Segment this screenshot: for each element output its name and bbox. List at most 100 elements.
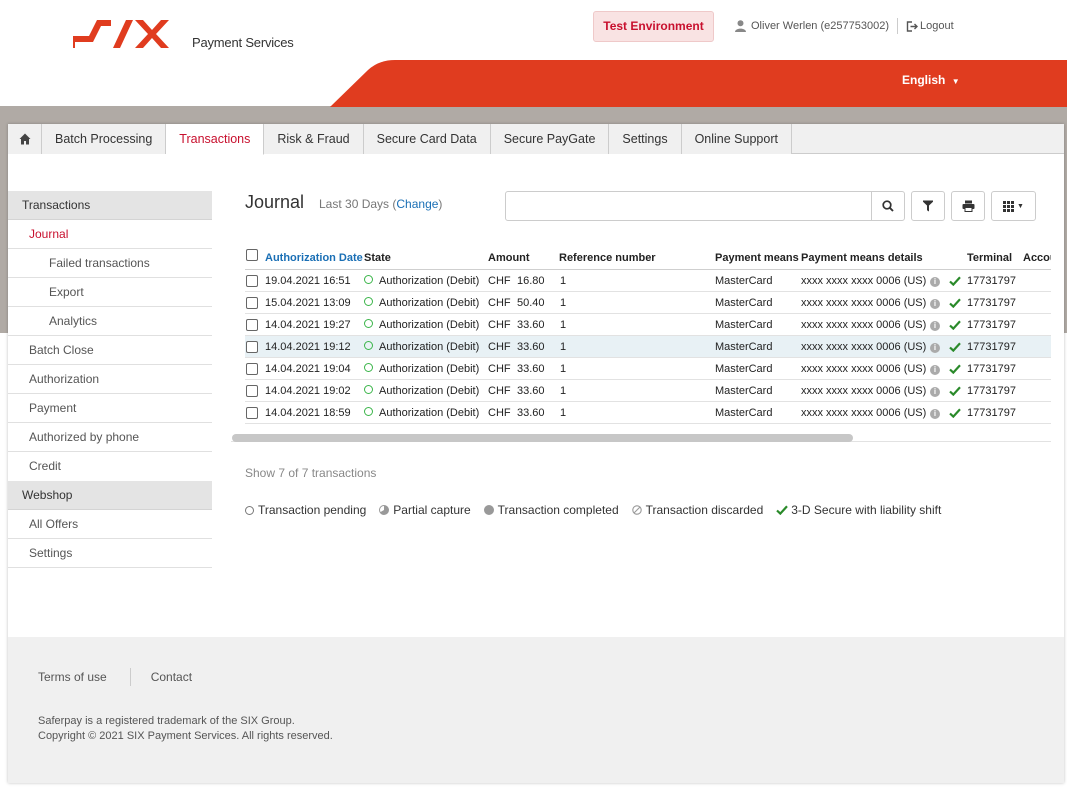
checkmark-icon <box>949 276 961 286</box>
cell-state: Authorization (Debit) <box>364 380 479 402</box>
pending-circle-icon <box>245 505 254 515</box>
print-icon <box>962 200 974 212</box>
sidebar-item-all-offers[interactable]: All Offers <box>8 510 212 539</box>
cell-payment-details: xxxx xxxx xxxx 0006 (US) <box>801 363 927 375</box>
logo-subtitle: Payment Services <box>192 35 294 50</box>
row-checkbox[interactable] <box>246 363 258 375</box>
tab-batch-processing[interactable]: Batch Processing <box>42 124 167 154</box>
info-icon[interactable]: i <box>930 336 940 358</box>
row-checkbox[interactable] <box>246 407 258 419</box>
row-checkbox[interactable] <box>246 341 258 353</box>
tab-transactions[interactable]: Transactions <box>166 124 265 155</box>
print-button[interactable] <box>951 191 985 221</box>
cell-date: 14.04.2021 19:04 <box>265 363 351 375</box>
terms-of-use-link[interactable]: Terms of use <box>38 670 107 684</box>
sidebar-item-credit[interactable]: Credit <box>8 452 212 481</box>
transactions-table: Authorization Date State Amount Referenc… <box>245 246 1051 424</box>
table-row[interactable]: 15.04.2021 13:09 Authorization (Debit) CHF… <box>245 292 1051 314</box>
sidebar-item-authorization[interactable]: Authorization <box>8 365 212 394</box>
tab-risk-fraud[interactable]: Risk & Fraud <box>264 124 364 154</box>
table-row[interactable]: 14.04.2021 19:27 Authorization (Debit) CHF… <box>245 314 1051 336</box>
logout-link[interactable]: Logout <box>920 20 954 32</box>
cell-amount: 33.60 <box>517 363 545 375</box>
cell-amount: 50.40 <box>517 297 545 309</box>
six-logo[interactable]: SIX <box>73 20 169 48</box>
header-amount[interactable]: Amount <box>488 247 530 269</box>
sidebar-section-transactions[interactable]: Transactions <box>8 191 212 220</box>
cell-terminal: 17731797 <box>967 297 1016 309</box>
header-state[interactable]: State <box>364 247 391 269</box>
contact-link[interactable]: Contact <box>151 670 192 684</box>
header-payment-means-details[interactable]: Payment means details <box>801 247 923 269</box>
header-payment-means[interactable]: Payment means <box>715 247 799 269</box>
state-pending-icon <box>364 362 373 372</box>
cell-reference: 1 <box>560 341 567 353</box>
cell-terminal: 17731797 <box>967 341 1016 353</box>
user-area: Oliver Werlen (e257753002) Logout <box>735 18 954 34</box>
sidebar-item-settings[interactable]: Settings <box>8 539 212 568</box>
table-row[interactable]: 14.04.2021 19:04 Authorization (Debit) CHF… <box>245 358 1051 380</box>
info-icon[interactable]: i <box>930 402 940 424</box>
sidebar-item-authorized-by-phone[interactable]: Authorized by phone <box>8 423 212 452</box>
environment-badge: Test Environment <box>593 11 714 42</box>
state-pending-icon <box>364 406 373 416</box>
language-selector[interactable]: English ▼ <box>902 73 960 87</box>
info-icon[interactable]: i <box>930 380 940 402</box>
sidebar-section-webshop[interactable]: Webshop <box>8 481 212 510</box>
header-reference-number[interactable]: Reference number <box>559 247 656 269</box>
change-period-link[interactable]: Change <box>396 197 438 211</box>
cell-state: Authorization (Debit) <box>364 270 479 292</box>
state-label: Authorization (Debit) <box>379 385 480 397</box>
tab-online-support[interactable]: Online Support <box>681 124 792 154</box>
cell-payment-means: MasterCard <box>715 341 773 353</box>
info-icon[interactable]: i <box>930 292 940 314</box>
state-label: Authorization (Debit) <box>379 275 480 287</box>
sidebar-item-failed-transactions[interactable]: Failed transactions <box>8 249 212 278</box>
cell-amount: 33.60 <box>517 319 545 331</box>
logout-icon[interactable] <box>906 20 918 32</box>
table-row[interactable]: 14.04.2021 19:02 Authorization (Debit) CHF… <box>245 380 1051 402</box>
row-checkbox[interactable] <box>246 275 258 287</box>
search-input[interactable] <box>505 191 872 221</box>
cell-payment-details: xxxx xxxx xxxx 0006 (US) <box>801 385 927 397</box>
nav-home[interactable] <box>8 124 42 154</box>
cell-date: 19.04.2021 16:51 <box>265 275 351 287</box>
table-row[interactable]: 14.04.2021 19:12 Authorization (Debit) CHF… <box>245 336 1051 358</box>
info-icon[interactable]: i <box>930 358 940 380</box>
main-nav: Batch Processing Transactions Risk & Fra… <box>8 124 1064 155</box>
transaction-count: Show 7 of 7 transactions <box>245 466 377 480</box>
checkmark-icon <box>949 320 961 330</box>
columns-button[interactable]: ▼ <box>991 191 1036 221</box>
search-button[interactable] <box>871 191 905 221</box>
user-name[interactable]: Oliver Werlen (e257753002) <box>751 20 889 32</box>
cell-amount: 16.80 <box>517 275 545 287</box>
header-account[interactable]: Accou <box>1023 247 1051 269</box>
legend-label: 3-D Secure with liability shift <box>791 503 942 517</box>
top-header: SIX Payment Services Test Environment Ol… <box>0 0 1067 60</box>
filter-button[interactable] <box>911 191 945 221</box>
header-terminal[interactable]: Terminal <box>967 247 1012 269</box>
checkmark-icon <box>776 505 789 515</box>
sidebar-item-analytics[interactable]: Analytics <box>8 307 212 336</box>
sidebar-item-payment[interactable]: Payment <box>8 394 212 423</box>
table-row[interactable]: 19.04.2021 16:51 Authorization (Debit) CHF… <box>245 270 1051 292</box>
tab-settings[interactable]: Settings <box>609 124 682 154</box>
row-checkbox[interactable] <box>246 297 258 309</box>
sidebar-item-export[interactable]: Export <box>8 278 212 307</box>
cell-terminal: 17731797 <box>967 407 1016 419</box>
select-all-checkbox[interactable] <box>246 249 258 261</box>
sidebar-item-batch-close[interactable]: Batch Close <box>8 336 212 365</box>
row-checkbox[interactable] <box>246 319 258 331</box>
info-icon[interactable]: i <box>930 270 940 292</box>
language-label: English <box>902 73 946 87</box>
period-filter: Last 30 Days (Change) <box>319 197 442 211</box>
table-row[interactable]: 14.04.2021 18:59 Authorization (Debit) CHF… <box>245 402 1051 424</box>
horizontal-scrollbar[interactable] <box>232 434 853 442</box>
tab-secure-card-data[interactable]: Secure Card Data <box>363 124 491 154</box>
row-checkbox[interactable] <box>246 385 258 397</box>
header-authorization-date[interactable]: Authorization Date <box>265 247 363 269</box>
sidebar-item-journal[interactable]: Journal <box>8 220 212 249</box>
legend-item-3d-secure: 3-D Secure with liability shift <box>776 503 941 517</box>
info-icon[interactable]: i <box>930 314 940 336</box>
tab-secure-paygate[interactable]: Secure PayGate <box>490 124 610 154</box>
